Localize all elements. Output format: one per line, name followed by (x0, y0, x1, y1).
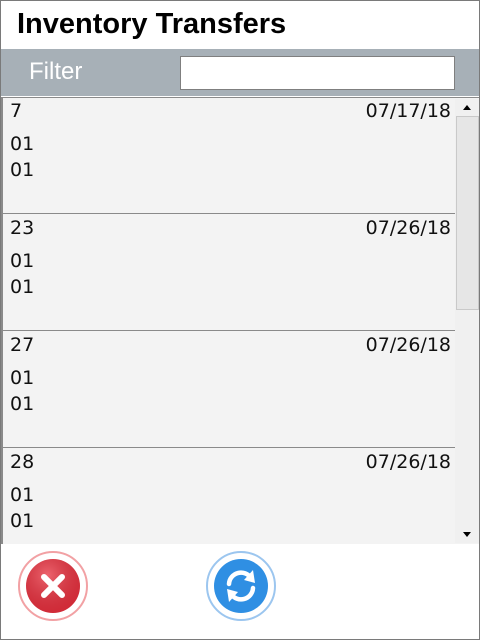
transfer-date: 07/17/18 (365, 100, 451, 122)
transfer-from-location: 01 (10, 367, 35, 389)
refresh-button[interactable] (206, 551, 276, 621)
transfer-to-location: 01 (10, 393, 35, 415)
filter-input[interactable] (180, 56, 455, 90)
filter-label: Filter (29, 58, 83, 85)
transfer-date: 07/26/18 (365, 217, 451, 239)
close-icon (26, 559, 80, 613)
transfer-to-location: 01 (10, 276, 35, 298)
filter-bar: Filter (1, 49, 479, 96)
transfer-to-location: 01 (10, 159, 35, 181)
refresh-icon (214, 559, 268, 613)
transfer-list[interactable]: 7 07/17/18 01 01 23 07/26/18 01 01 27 07… (1, 97, 479, 544)
transfer-id: 7 (10, 100, 23, 122)
transfer-id: 23 (10, 217, 35, 239)
page-title: Inventory Transfers (17, 8, 287, 40)
transfer-from-location: 01 (10, 484, 35, 506)
transfer-to-location: 01 (10, 510, 35, 532)
vertical-scrollbar[interactable] (455, 99, 479, 543)
arrow-up-icon (463, 105, 471, 110)
list-item[interactable]: 23 07/26/18 01 01 (3, 215, 455, 331)
list-item[interactable]: 27 07/26/18 01 01 (3, 332, 455, 448)
transfer-id: 28 (10, 451, 35, 473)
list-item[interactable]: 7 07/17/18 01 01 (3, 98, 455, 214)
transfer-id: 27 (10, 334, 35, 356)
cancel-button[interactable] (18, 551, 88, 621)
transfer-date: 07/26/18 (365, 451, 451, 473)
list-left-border (1, 97, 3, 544)
transfer-from-location: 01 (10, 133, 35, 155)
arrow-down-icon (463, 532, 471, 537)
transfer-from-location: 01 (10, 250, 35, 272)
transfer-date: 07/26/18 (365, 334, 451, 356)
scroll-down-button[interactable] (455, 526, 479, 543)
scroll-up-button[interactable] (455, 99, 479, 116)
scroll-thumb[interactable] (456, 116, 479, 310)
list-item[interactable]: 28 07/26/18 01 01 (3, 449, 455, 544)
